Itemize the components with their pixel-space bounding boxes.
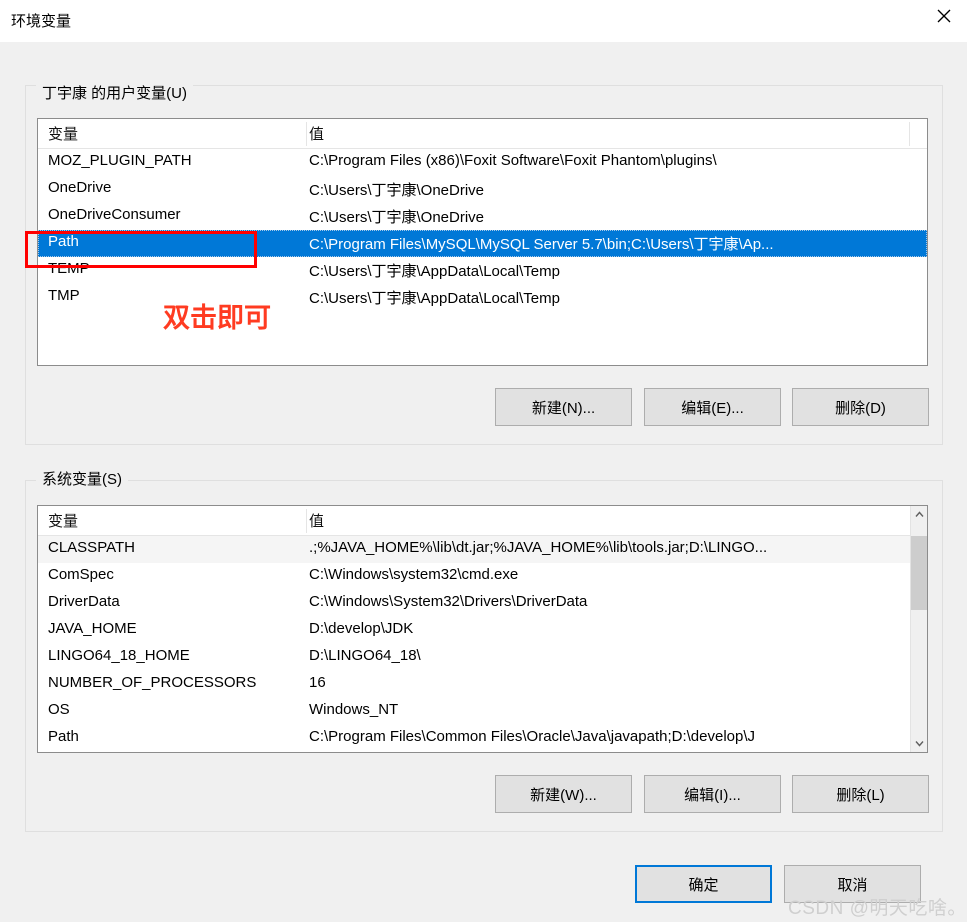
variable-value-cell: D:\develop\JDK: [309, 620, 414, 637]
user-list-body: MOZ_PLUGIN_PATH C:\Program Files (x86)\Fo…: [38, 149, 927, 311]
system-delete-button[interactable]: 删除(L): [792, 775, 929, 813]
system-col-variable[interactable]: 变量: [48, 510, 78, 531]
csdn-watermark: CSDN @明天吃啥。: [788, 898, 967, 919]
window-title: 环境变量: [11, 13, 72, 30]
variable-value-cell: C:\Users\丁宇康\AppData\Local\Temp: [309, 290, 560, 307]
variable-value-cell: C:\Program Files (x86)\Foxit Software\Fo…: [309, 152, 717, 169]
table-row[interactable]: OneDriveConsumer C:\Users\丁宇康\OneDrive: [38, 203, 927, 230]
table-row[interactable]: OneDrive C:\Users\丁宇康\OneDrive: [38, 176, 927, 203]
ok-button[interactable]: 确定: [635, 865, 772, 903]
system-col-separator[interactable]: [306, 509, 307, 533]
variable-value-cell: 16: [309, 674, 326, 691]
system-col-value[interactable]: 值: [309, 510, 324, 531]
table-row[interactable]: CLASSPATH .;%JAVA_HOME%\lib\dt.jar;%JAVA_…: [38, 536, 927, 563]
system-new-button[interactable]: 新建(W)...: [495, 775, 632, 813]
system-edit-button[interactable]: 编辑(I)...: [644, 775, 781, 813]
variable-name-cell: NUMBER_OF_PROCESSORS: [48, 674, 257, 691]
variable-value-cell: .;%JAVA_HOME%\lib\dt.jar;%JAVA_HOME%\lib…: [309, 539, 768, 556]
variable-name-cell: ComSpec: [48, 566, 114, 583]
variable-name-cell: LINGO64_18_HOME: [48, 647, 190, 664]
close-button[interactable]: [921, 0, 967, 32]
variable-name-cell: CLASSPATH: [48, 539, 135, 556]
double-click-note-annotation: 双击即可: [163, 303, 271, 333]
user-col-separator-right[interactable]: [909, 122, 910, 146]
variable-name-cell: TEMP: [48, 260, 90, 277]
variable-name-cell: DriverData: [48, 593, 120, 610]
variable-value-cell: C:\Users\丁宇康\OneDrive: [309, 209, 485, 226]
scroll-down-button[interactable]: [911, 735, 927, 752]
title-bar: 环境变量: [0, 0, 967, 42]
user-list-header: 变量 值: [38, 119, 927, 149]
table-row[interactable]: TEMP C:\Users\丁宇康\AppData\Local\Temp: [38, 257, 927, 284]
scroll-up-button[interactable]: [911, 506, 927, 523]
variable-name-cell: Path: [48, 728, 79, 745]
system-list-scrollbar[interactable]: [910, 506, 927, 752]
user-edit-button[interactable]: 编辑(E)...: [644, 388, 781, 426]
variable-value-cell: C:\Program Files\MySQL\MySQL Server 5.7\…: [309, 236, 774, 253]
close-icon: [937, 9, 951, 23]
chevron-down-icon: [915, 741, 924, 747]
user-variables-legend: 丁宇康 的用户变量(U): [36, 82, 193, 103]
user-new-button[interactable]: 新建(N)...: [495, 388, 632, 426]
table-row[interactable]: NUMBER_OF_PROCESSORS 16: [38, 671, 927, 698]
variable-name-cell: OneDrive: [48, 179, 112, 196]
table-row[interactable]: Path C:\Program Files\MySQL\MySQL Server …: [38, 230, 927, 257]
variable-value-cell: C:\Program Files\Common Files\Oracle\Jav…: [309, 728, 756, 745]
user-delete-button[interactable]: 删除(D): [792, 388, 929, 426]
variable-value-cell: D:\LINGO64_18\: [309, 647, 421, 664]
variable-name-cell: MOZ_PLUGIN_PATH: [48, 152, 192, 169]
chevron-up-icon: [915, 511, 924, 517]
table-row[interactable]: DriverData C:\Windows\System32\Drivers\Dr…: [38, 590, 927, 617]
table-row[interactable]: JAVA_HOME D:\develop\JDK: [38, 617, 927, 644]
variable-value-cell: C:\Users\丁宇康\OneDrive: [309, 182, 485, 199]
table-row[interactable]: Path C:\Program Files\Common Files\Oracle…: [38, 725, 927, 745]
variable-name-cell: OneDriveConsumer: [48, 206, 181, 223]
variable-name-cell: Path: [48, 233, 79, 250]
user-col-separator[interactable]: [306, 122, 307, 146]
scrollbar-thumb[interactable]: [911, 536, 927, 610]
user-col-variable[interactable]: 变量: [48, 123, 78, 144]
table-row[interactable]: ComSpec C:\Windows\system32\cmd.exe: [38, 563, 927, 590]
table-row[interactable]: OS Windows_NT: [38, 698, 927, 725]
system-list-header: 变量 值: [38, 506, 927, 536]
table-row[interactable]: MOZ_PLUGIN_PATH C:\Program Files (x86)\Fo…: [38, 149, 927, 176]
variable-name-cell: JAVA_HOME: [48, 620, 137, 637]
variable-value-cell: C:\Windows\System32\Drivers\DriverData: [309, 593, 588, 610]
variable-value-cell: Windows_NT: [309, 701, 399, 718]
system-list-body: CLASSPATH .;%JAVA_HOME%\lib\dt.jar;%JAVA_…: [38, 536, 927, 745]
variable-name-cell: OS: [48, 701, 70, 718]
user-col-value[interactable]: 值: [309, 123, 324, 144]
system-variables-list[interactable]: 变量 值 CLASSPATH .;%JAVA_HOME%\lib\dt.jar;%…: [37, 505, 928, 753]
system-variables-legend: 系统变量(S): [36, 468, 128, 489]
table-row[interactable]: LINGO64_18_HOME D:\LINGO64_18\: [38, 644, 927, 671]
variable-value-cell: C:\Windows\system32\cmd.exe: [309, 566, 519, 583]
variable-value-cell: C:\Users\丁宇康\AppData\Local\Temp: [309, 263, 560, 280]
